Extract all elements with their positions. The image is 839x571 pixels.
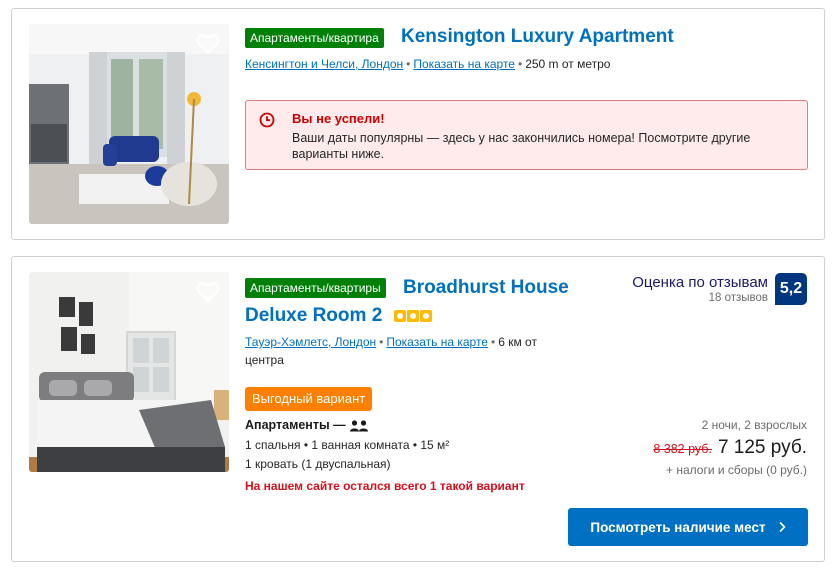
property-title[interactable]: Kensington Luxury Apartment [401, 23, 674, 51]
star-icon [393, 309, 406, 322]
property-title-line2-wrap: Deluxe Room 2 [245, 302, 433, 330]
taxes-note: + налоги и сборы (0 руб.) [666, 463, 807, 477]
property-photo[interactable] [29, 272, 229, 472]
separator-dot: • [406, 57, 411, 71]
property-card: Апартаменты/квартира Kensington Luxury A… [11, 8, 825, 240]
star-icon [406, 309, 419, 322]
property-type-badge: Апартаменты/квартира [245, 28, 384, 48]
price-row: 8 382 руб. 7 125 руб. [653, 437, 807, 459]
review-count: 18 отзывов [708, 292, 768, 304]
distance-text-part2: центра [245, 353, 284, 367]
property-photo[interactable] [29, 24, 229, 224]
unit-type: Апартаменты [245, 418, 330, 432]
chevron-right-icon [779, 521, 786, 533]
scarcity-message: На нашем сайте остался всего 1 такой вар… [245, 479, 525, 493]
clock-icon [259, 112, 275, 128]
review-score-badge[interactable]: 5,2 [775, 273, 807, 305]
property-title-line1[interactable]: Broadhurst House [403, 274, 569, 302]
check-availability-button[interactable]: Посмотреть наличие мест [568, 508, 808, 546]
alert-message: Ваши даты популярны — здесь у нас законч… [292, 131, 751, 161]
current-price: 7 125 руб. [717, 437, 807, 458]
property-card: Апартаменты/квартиры Broadhurst House De… [11, 256, 825, 562]
property-type-badge: Апартаменты/квартиры [245, 278, 386, 298]
cta-label: Посмотреть наличие мест [590, 519, 766, 535]
distance-text: 250 m от метро [525, 57, 611, 71]
show-on-map-link[interactable]: Показать на карте [413, 57, 515, 71]
alert-title: Вы не успели! [292, 111, 385, 126]
deal-badge: Выгодный вариант [245, 387, 373, 411]
distance-text-part1: 6 км от [498, 335, 537, 349]
old-price: 8 382 руб. [653, 442, 712, 456]
two-persons-icon [350, 420, 369, 432]
separator-dot: • [490, 335, 496, 349]
location-line: Тауэр-Хэмлетс, Лондон • Показать на карте •… [245, 333, 590, 369]
location-line: Кенсингтон и Челси, Лондон • Показать на к… [245, 55, 610, 73]
review-score-label[interactable]: Оценка по отзывам [632, 274, 768, 291]
sold-out-alert: Вы не успели! Ваши даты популярны — здес… [245, 100, 808, 170]
bed-details: 1 кровать (1 двуспальная) [245, 457, 391, 471]
star-rating [393, 302, 433, 330]
heart-icon[interactable] [196, 281, 220, 303]
district-link[interactable]: Тауэр-Хэмлетс, Лондон [245, 335, 376, 349]
room-details: 1 спальня • 1 ванная комната • 15 м² [245, 438, 450, 452]
unit-separator: — [333, 418, 346, 432]
stay-summary: 2 ночи, 2 взрослых [701, 418, 807, 432]
district-link[interactable]: Кенсингтон и Челси, Лондон [245, 57, 403, 71]
separator-dot: • [517, 57, 523, 71]
show-on-map-link[interactable]: Показать на карте [386, 335, 488, 349]
property-title-line2[interactable]: Deluxe Room 2 [245, 305, 382, 326]
heart-icon[interactable] [196, 33, 220, 55]
star-icon [419, 309, 432, 322]
separator-dot: • [379, 335, 384, 349]
unit-type-line: Апартаменты — [245, 418, 369, 432]
